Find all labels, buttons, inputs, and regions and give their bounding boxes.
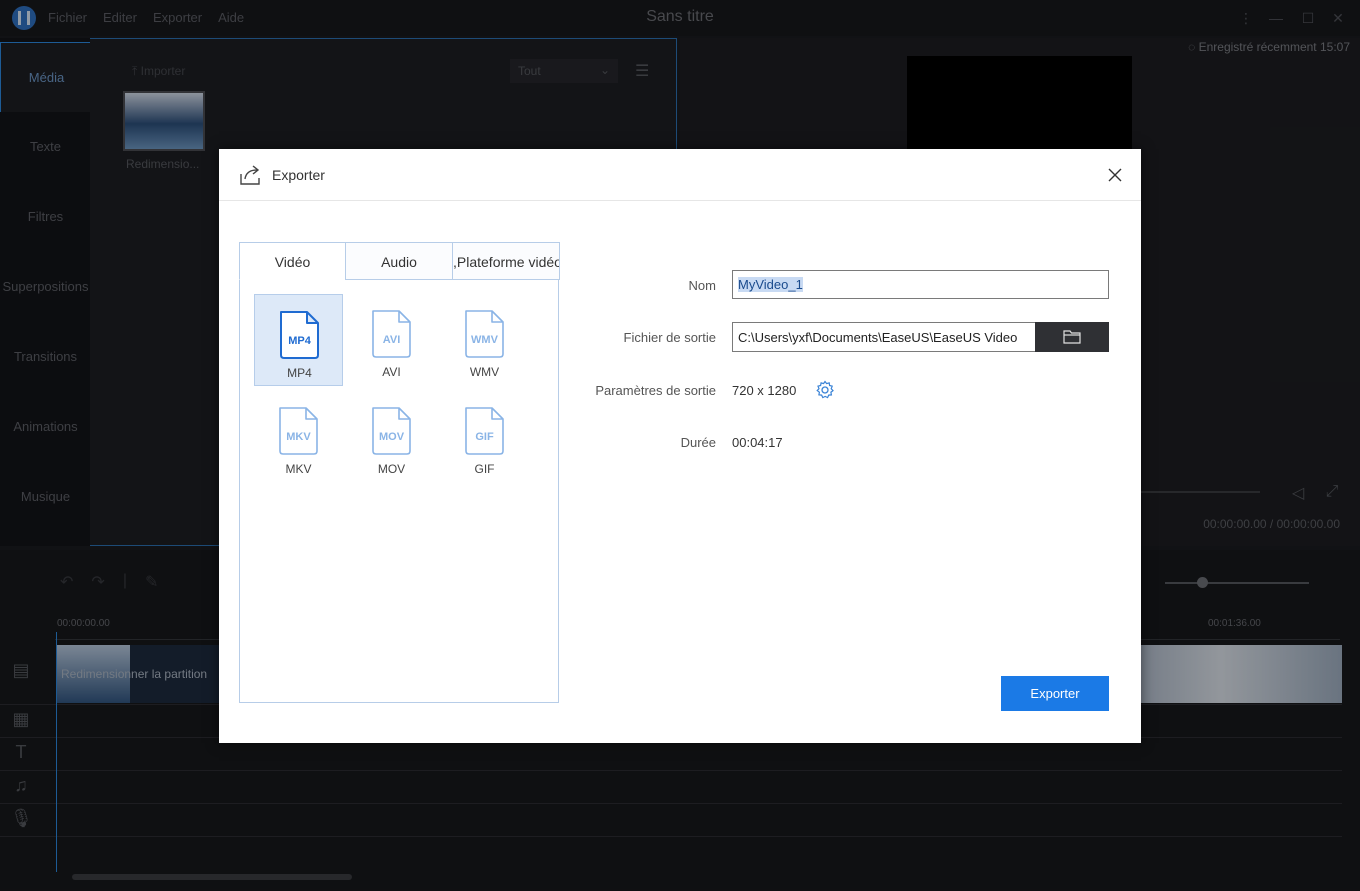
format-panel: Vidéo Audio ,Plateforme vidéo MP4 MP4 AVI A… [239,242,560,703]
file-mp4-icon: MP4 [280,311,319,359]
export-dialog: Exporter Vidéo Audio ,Plateforme vidéo M… [219,149,1141,743]
gear-icon[interactable] [815,380,835,400]
params-value: 720 x 1280 [732,383,797,398]
tab-platform-video[interactable]: ,Plateforme vidéo [452,242,560,280]
format-option-mp4[interactable]: MP4 MP4 [254,294,343,386]
dialog-title: Exporter [272,167,325,183]
format-option-mkv[interactable]: MKV MKV [254,391,343,483]
name-label: Nom [688,278,716,293]
file-icon-text: MKV [286,431,311,443]
duration-value: 00:04:17 [732,435,783,450]
file-mov-icon: MOV [372,407,411,455]
file-icon-text: GIF [475,431,494,443]
format-label: AVI [382,365,401,379]
file-icon-text: MOV [379,431,405,443]
tab-platform-label: Plateforme vidéo [456,254,560,270]
format-option-gif[interactable]: GIF GIF [440,391,529,483]
format-label: GIF [474,462,495,476]
file-avi-icon: AVI [372,310,411,358]
name-input[interactable]: MyVideo_1 [732,270,1109,299]
params-label: Paramètres de sortie [595,383,716,398]
dialog-header: Exporter [219,149,1141,201]
output-label: Fichier de sortie [623,330,716,345]
name-value: MyVideo_1 [738,277,803,292]
browse-folder-button[interactable] [1035,322,1109,352]
format-label: MP4 [287,366,312,380]
file-gif-icon: GIF [465,407,504,455]
export-button[interactable]: Exporter [1001,676,1109,711]
file-icon-text: WMV [471,334,499,346]
duration-label: Durée [680,435,716,450]
file-icon-text: MP4 [288,335,312,347]
format-option-mov[interactable]: MOV MOV [347,391,436,483]
format-option-wmv[interactable]: WMV WMV [440,294,529,386]
folder-icon [1063,330,1081,344]
format-label: MOV [377,462,406,476]
file-icon-text: AVI [383,334,401,346]
file-wmv-icon: WMV [465,310,504,358]
format-label: WMV [469,365,500,379]
output-path-input[interactable]: C:\Users\yxf\Documents\EaseUS\EaseUS Vid… [732,322,1036,352]
format-option-avi[interactable]: AVI AVI [347,294,436,386]
export-icon [240,165,260,185]
close-icon[interactable] [1105,165,1125,185]
tab-audio[interactable]: Audio [345,242,453,280]
tab-video[interactable]: Vidéo [239,242,346,280]
format-label: MKV [285,462,312,476]
app-window: Fichier Editer Exporter Aide Sans titre … [0,0,1360,891]
file-mkv-icon: MKV [279,407,318,455]
